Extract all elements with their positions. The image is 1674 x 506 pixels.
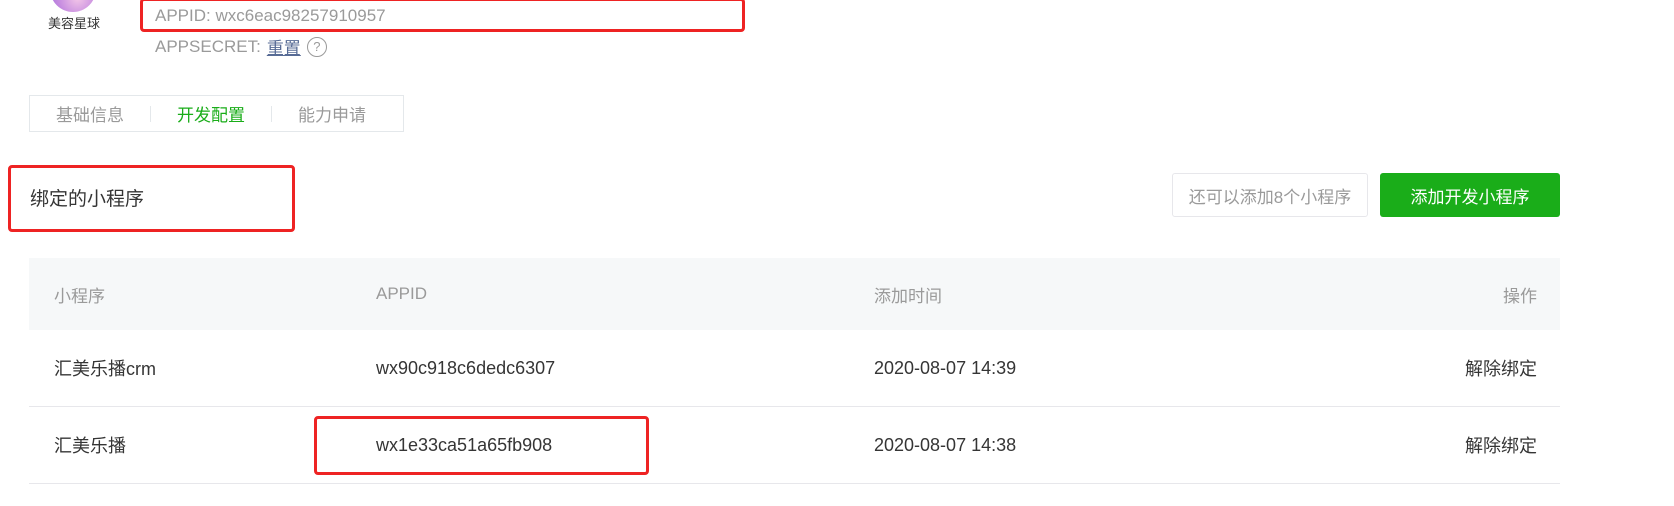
tab-capability-apply[interactable]: 能力申请 [272,101,392,126]
row-time: 2020-08-07 14:38 [874,434,1017,455]
row-appid: wx90c918c6dedc6307 [376,357,556,378]
app-avatar [50,0,96,12]
annotation-box-row-appid [314,416,649,475]
header-appid: APPID [376,284,428,303]
annotation-box-appid [140,0,745,32]
reset-secret-link[interactable]: 重置 [267,34,301,59]
config-tabs: 基础信息 开发配置 能力申请 [29,95,404,132]
header-action: 操作 [1503,286,1537,306]
appsecret-row: APPSECRET: 重置 ? [155,34,327,59]
tab-basic-info[interactable]: 基础信息 [30,101,150,126]
add-miniprogram-button[interactable]: 添加开发小程序 [1380,173,1560,217]
table-row: 汇美乐播 wx1e33ca51a65fb908 2020-08-07 14:38… [29,407,1560,484]
row-name: 汇美乐播crm [54,359,156,379]
annotation-box-section [8,165,295,232]
table-header: 小程序 APPID 添加时间 操作 [29,258,1560,330]
tab-dev-config[interactable]: 开发配置 [151,101,271,126]
table-row: 汇美乐播crm wx90c918c6dedc6307 2020-08-07 14… [29,330,1560,407]
help-icon[interactable]: ? [306,36,327,57]
app-name: 美容星球 [48,16,101,31]
miniprogram-table: 小程序 APPID 添加时间 操作 汇美乐播crm wx90c918c6dedc… [29,258,1560,484]
header-miniprogram: 小程序 [54,286,105,306]
quota-remaining: 还可以添加8个小程序 [1172,173,1368,217]
row-name: 汇美乐播 [54,436,126,456]
row-time: 2020-08-07 14:39 [874,357,1017,378]
appsecret-label: APPSECRET: [155,36,261,56]
unbind-link[interactable]: 解除绑定 [1465,407,1537,483]
header-add-time: 添加时间 [874,286,942,306]
unbind-link[interactable]: 解除绑定 [1465,330,1537,406]
